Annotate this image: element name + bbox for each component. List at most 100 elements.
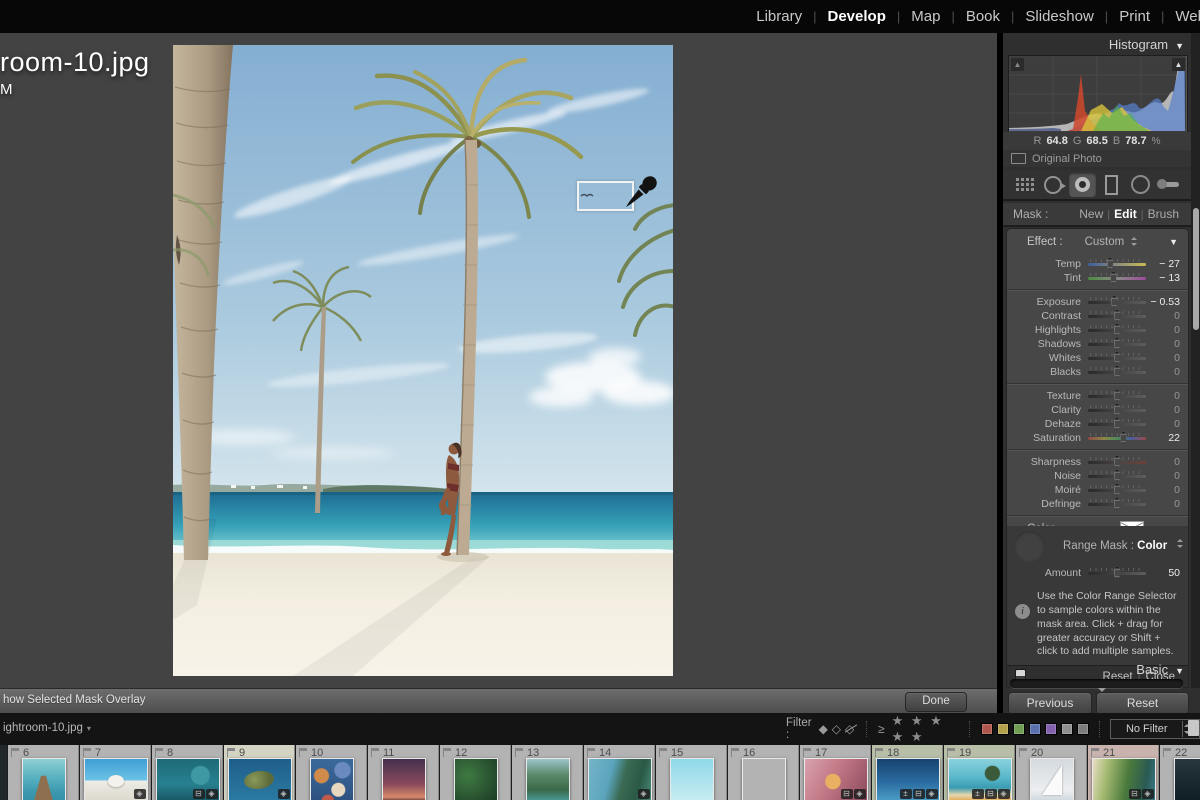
mask-mode-brush[interactable]: Brush bbox=[1148, 207, 1179, 221]
radial-filter-icon[interactable] bbox=[1127, 173, 1154, 197]
slider-thumb[interactable] bbox=[1112, 390, 1123, 402]
slider-track-shadows[interactable] bbox=[1088, 343, 1146, 346]
done-button[interactable]: Done bbox=[905, 692, 967, 712]
edit-badge-icon[interactable]: ⊟ bbox=[913, 789, 925, 799]
filmstrip-source[interactable]: ightroom-10.jpg▾ bbox=[3, 722, 91, 734]
thumbnail[interactable]: ◈ bbox=[228, 758, 292, 800]
edit-badge-icon[interactable]: ◈ bbox=[206, 789, 218, 799]
thumbnail[interactable]: ◈ bbox=[382, 758, 426, 800]
module-tab-library[interactable]: Library bbox=[754, 8, 804, 25]
histogram-graph[interactable]: ▲ ▲ bbox=[1008, 55, 1188, 134]
range-mode-updown-icon[interactable] bbox=[1176, 539, 1183, 549]
edit-badge-icon[interactable]: ⊟ bbox=[193, 789, 205, 799]
edit-badge-icon[interactable]: ◈ bbox=[278, 789, 290, 799]
edit-badge-icon[interactable]: ⊟ bbox=[1129, 789, 1141, 799]
label-color-filter-2[interactable] bbox=[1013, 723, 1025, 735]
reset-button[interactable]: Reset bbox=[1096, 692, 1189, 715]
edit-badge-icon[interactable]: ± bbox=[972, 789, 984, 799]
slider-track-highlights[interactable] bbox=[1088, 329, 1146, 332]
amount-slider-track[interactable] bbox=[1088, 572, 1146, 575]
cell-flag-icon[interactable] bbox=[875, 748, 884, 757]
thumbnail[interactable]: ◈ bbox=[1030, 758, 1074, 800]
thumbnail[interactable]: ◈⊟± bbox=[948, 758, 1012, 800]
edit-badge-icon[interactable]: ◈ bbox=[134, 789, 146, 799]
thumbnail[interactable]: ◈ bbox=[742, 758, 786, 800]
cell-flag-icon[interactable] bbox=[443, 748, 452, 757]
histogram-header[interactable]: Histogram▼ bbox=[1109, 37, 1184, 52]
slider-track-whites[interactable] bbox=[1088, 357, 1146, 360]
thumbnail[interactable]: ◈⊟± bbox=[876, 758, 940, 800]
slider-track-clarity[interactable] bbox=[1088, 409, 1146, 412]
thumbnail[interactable]: ◈ bbox=[670, 758, 714, 800]
slider-thumb[interactable] bbox=[1112, 310, 1123, 322]
cell-flag-icon[interactable] bbox=[83, 748, 92, 757]
filmstrip-cell-9[interactable]: 9◈ bbox=[224, 745, 295, 800]
thumbnail[interactable]: ◈⊟ bbox=[156, 758, 220, 800]
filmstrip-cell-17[interactable]: 17◈⊟ bbox=[800, 745, 871, 800]
label-color-filter-0[interactable] bbox=[981, 723, 993, 735]
cell-flag-icon[interactable] bbox=[1091, 748, 1100, 757]
cell-flag-icon[interactable] bbox=[11, 748, 20, 757]
slider-track-noise[interactable] bbox=[1088, 475, 1146, 478]
filmstrip-cell-8[interactable]: 8◈⊟ bbox=[152, 745, 223, 800]
edit-badge-icon[interactable]: ◈ bbox=[638, 789, 650, 799]
filmstrip-cell-11[interactable]: 11◈ bbox=[368, 745, 439, 800]
amount-slider-thumb[interactable] bbox=[1112, 567, 1123, 579]
slider-track-exposure[interactable] bbox=[1088, 301, 1146, 304]
collapse-triangle-icon[interactable]: ▼ bbox=[1169, 237, 1178, 247]
slider-thumb[interactable] bbox=[1118, 432, 1129, 444]
thumbnail[interactable]: ◈⊟ bbox=[1092, 758, 1156, 800]
slider-thumb[interactable] bbox=[1112, 498, 1123, 510]
mask-mode-new[interactable]: New bbox=[1079, 207, 1103, 221]
thumbnail[interactable]: ◈ bbox=[526, 758, 570, 800]
slider-thumb[interactable] bbox=[1112, 352, 1123, 364]
effect-preset-select[interactable]: Custom bbox=[1085, 236, 1125, 248]
mask-mode-edit[interactable]: Edit bbox=[1114, 207, 1137, 221]
photo-canvas[interactable] bbox=[173, 45, 673, 676]
grid-tool-icon[interactable] bbox=[1010, 173, 1037, 197]
highlight-clipping-icon[interactable]: ▲ bbox=[1172, 58, 1185, 71]
filmstrip-cell-10[interactable]: 10◈ bbox=[296, 745, 367, 800]
filter-preset-dropdown[interactable]: No Filter bbox=[1110, 719, 1200, 739]
edit-badge-icon[interactable]: ⊟ bbox=[985, 789, 997, 799]
slider-thumb[interactable] bbox=[1112, 456, 1123, 468]
slider-track-temp[interactable] bbox=[1088, 263, 1146, 266]
slider-track-defringe[interactable] bbox=[1088, 503, 1146, 506]
filmstrip-cell-6[interactable]: 6◈ bbox=[8, 745, 79, 800]
adjustment-brush-icon[interactable] bbox=[1157, 173, 1184, 197]
label-color-filter-4[interactable] bbox=[1045, 723, 1057, 735]
module-tab-book[interactable]: Book bbox=[964, 8, 1002, 25]
slider-thumb[interactable] bbox=[1112, 418, 1123, 430]
graduated-filter-icon[interactable] bbox=[1098, 173, 1125, 197]
thumbnail[interactable]: ◈⊟ bbox=[804, 758, 868, 800]
slider-thumb[interactable] bbox=[1112, 484, 1123, 496]
thumbnail[interactable]: ◈ bbox=[588, 758, 652, 800]
cell-flag-icon[interactable] bbox=[227, 748, 236, 757]
edit-badge-icon[interactable]: ± bbox=[900, 789, 912, 799]
previous-button[interactable]: Previous bbox=[1008, 692, 1092, 715]
slider-thumb[interactable] bbox=[1112, 324, 1123, 336]
filmstrip-cell-20[interactable]: 20◈ bbox=[1016, 745, 1087, 800]
basic-panel-header[interactable]: Basic▼ bbox=[1136, 662, 1184, 677]
label-color-filter-6[interactable] bbox=[1077, 723, 1089, 735]
label-color-filter-1[interactable] bbox=[997, 723, 1009, 735]
star-rating-filter[interactable]: ★ ★ ★ ★ ★ bbox=[892, 713, 959, 745]
filmstrip-lock-icon[interactable] bbox=[1188, 720, 1199, 736]
cell-flag-icon[interactable] bbox=[371, 748, 380, 757]
slider-track-tint[interactable] bbox=[1088, 277, 1146, 280]
thumbnail[interactable]: ◈ bbox=[22, 758, 66, 800]
slider-track-saturation[interactable] bbox=[1088, 437, 1146, 440]
collapse-triangle-icon[interactable]: ▼ bbox=[1175, 666, 1184, 676]
filmstrip-cell-22[interactable]: 22 bbox=[1160, 745, 1200, 800]
range-mask-mode-select[interactable]: Color bbox=[1137, 540, 1167, 552]
slider-track-contrast[interactable] bbox=[1088, 315, 1146, 318]
edit-badge-icon[interactable]: ◈ bbox=[1142, 789, 1154, 799]
cell-flag-icon[interactable] bbox=[803, 748, 812, 757]
filmstrip-cell-7[interactable]: 7◈ bbox=[80, 745, 151, 800]
module-tab-web[interactable]: Web bbox=[1173, 8, 1200, 25]
red-eye-icon[interactable] bbox=[1069, 173, 1096, 197]
slider-track-moiré[interactable] bbox=[1088, 489, 1146, 492]
slider-thumb[interactable] bbox=[1108, 272, 1119, 284]
slider-thumb[interactable] bbox=[1105, 258, 1116, 270]
module-tab-develop[interactable]: Develop bbox=[826, 8, 888, 25]
